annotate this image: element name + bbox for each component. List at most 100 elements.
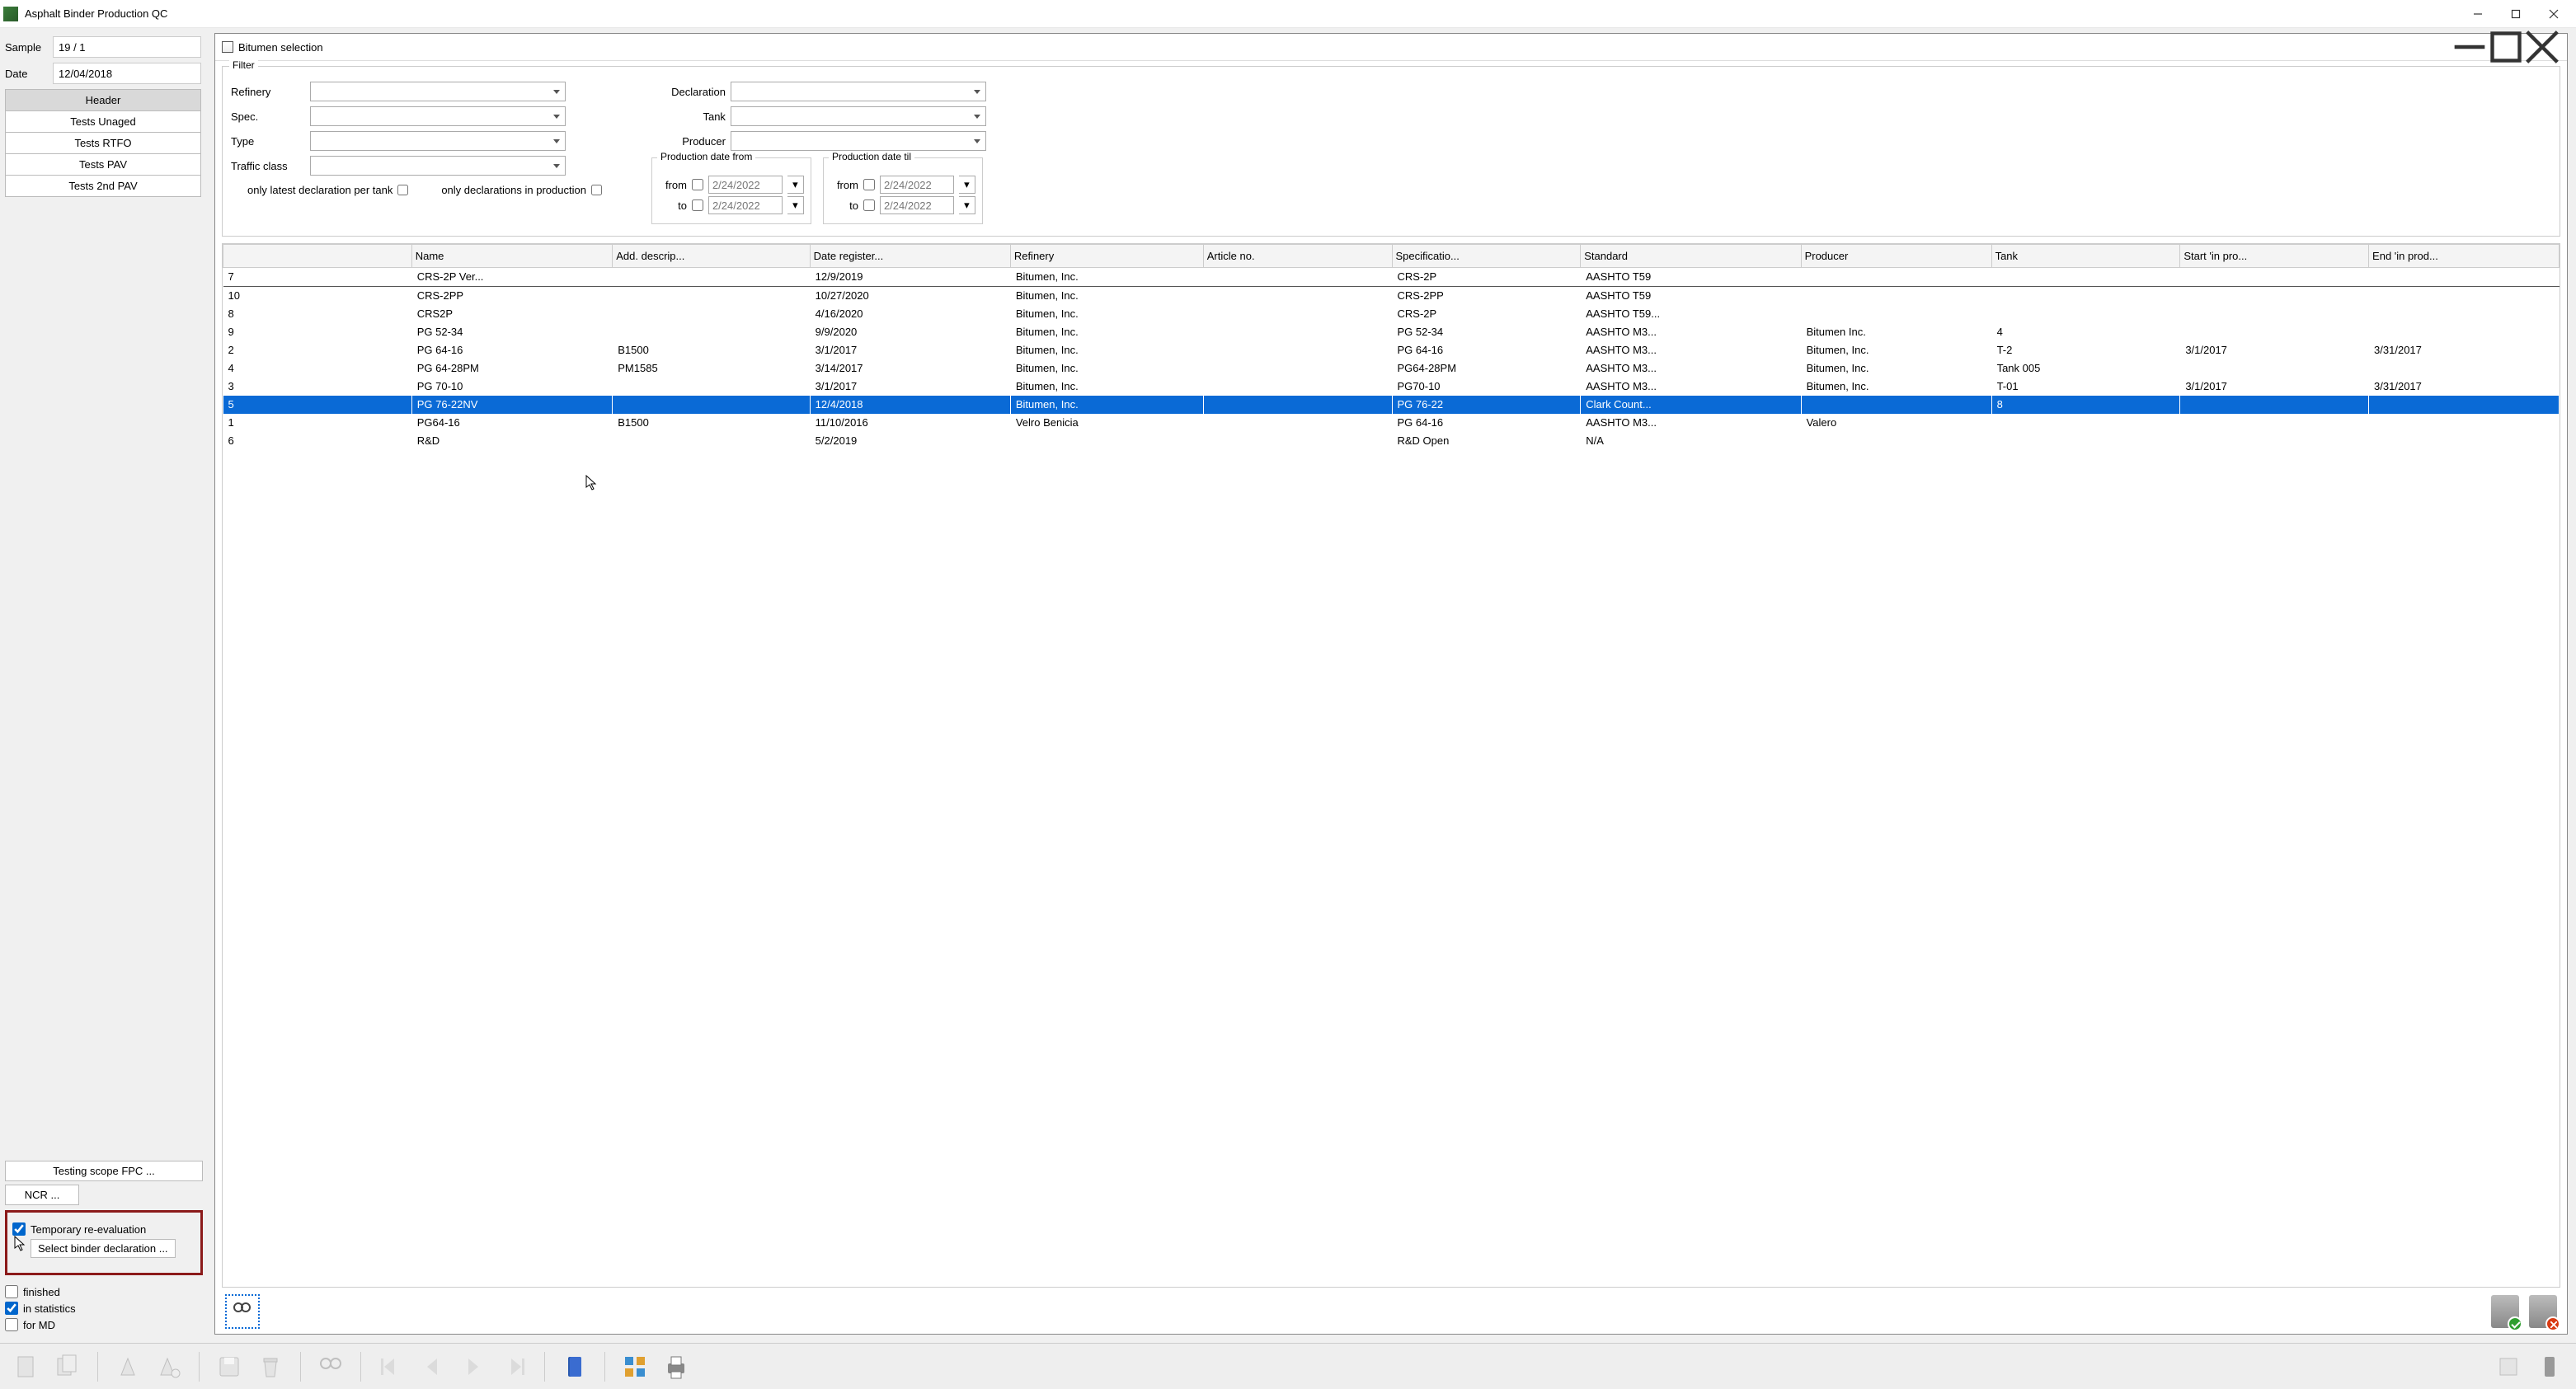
prod-from-from-check[interactable] <box>692 179 703 190</box>
cell-start <box>2180 359 2369 378</box>
spec-combo[interactable] <box>310 106 566 126</box>
table-row[interactable]: 3PG 70-103/1/2017Bitumen, Inc.PG70-10AAS… <box>223 378 2560 396</box>
results-table[interactable]: NameAdd. descrip...Date register...Refin… <box>222 243 2560 1288</box>
prod-from-legend: Production date from <box>657 151 755 162</box>
next-icon[interactable] <box>455 1349 491 1385</box>
date-value[interactable]: 12/04/2018 <box>53 63 201 84</box>
cell-start <box>2180 414 2369 432</box>
traffic-combo[interactable] <box>310 156 566 176</box>
layout-icon[interactable] <box>617 1349 653 1385</box>
in-prod-checkbox[interactable] <box>591 185 602 195</box>
testing-scope-button[interactable]: Testing scope FPC ... <box>5 1161 203 1181</box>
prev-icon[interactable] <box>414 1349 450 1385</box>
tab-tests-pav[interactable]: Tests PAV <box>6 154 200 176</box>
prod-from-to-date[interactable]: 2/24/2022 <box>708 196 783 214</box>
accept-button[interactable] <box>2491 1295 2519 1328</box>
new-icon[interactable] <box>8 1349 45 1385</box>
col-header[interactable]: Start 'in pro... <box>2180 245 2369 268</box>
dialog-close-button[interactable] <box>2524 37 2560 57</box>
tank-combo[interactable] <box>731 106 986 126</box>
prod-til-from-check[interactable] <box>863 179 875 190</box>
tab-tests-unaged[interactable]: Tests Unaged <box>6 111 200 133</box>
prod-til-from-date[interactable]: 2/24/2022 <box>880 176 954 194</box>
cell-ref: Bitumen, Inc. <box>1010 268 1203 287</box>
col-header[interactable]: Article no. <box>1203 245 1392 268</box>
cancel-selection-button[interactable] <box>2529 1295 2557 1328</box>
export-icon[interactable] <box>2490 1349 2527 1385</box>
cell-end <box>2369 305 2560 323</box>
cell-ref: Bitumen, Inc. <box>1010 396 1203 414</box>
cell-date: 5/2/2019 <box>810 432 1010 450</box>
col-header[interactable]: Specificatio... <box>1392 245 1581 268</box>
finished-checkbox[interactable] <box>5 1285 18 1298</box>
table-row[interactable]: 7CRS-2P Ver...12/9/2019Bitumen, Inc.CRS-… <box>223 268 2560 287</box>
cell-ref: Bitumen, Inc. <box>1010 359 1203 378</box>
table-row[interactable]: 5PG 76-22NV12/4/2018Bitumen, Inc.PG 76-2… <box>223 396 2560 414</box>
calendar-icon[interactable]: ▾ <box>787 196 804 214</box>
table-row[interactable]: 10CRS-2PP10/27/2020Bitumen, Inc.CRS-2PPA… <box>223 287 2560 305</box>
cell-name: PG 64-16 <box>411 341 613 359</box>
device-icon[interactable] <box>2531 1349 2568 1385</box>
col-header[interactable]: Name <box>411 245 613 268</box>
close-button[interactable] <box>2535 2 2573 26</box>
sample-copy-icon[interactable] <box>151 1349 187 1385</box>
in-statistics-checkbox[interactable] <box>5 1302 18 1315</box>
tab-tests-rtfo[interactable]: Tests RTFO <box>6 133 200 154</box>
table-row[interactable]: 4PG 64-28PMPM15853/14/2017Bitumen, Inc.P… <box>223 359 2560 378</box>
refinery-combo[interactable] <box>310 82 566 101</box>
cell-spec: PG 76-22 <box>1392 396 1581 414</box>
new-copy-icon[interactable] <box>49 1349 86 1385</box>
table-row[interactable]: 8CRS2P4/16/2020Bitumen, Inc.CRS-2PAASHTO… <box>223 305 2560 323</box>
search-button[interactable] <box>225 1294 260 1329</box>
col-header[interactable]: Refinery <box>1010 245 1203 268</box>
tab-header[interactable]: Header <box>6 90 200 111</box>
col-header[interactable]: Producer <box>1801 245 1991 268</box>
col-header[interactable]: Add. descrip... <box>613 245 810 268</box>
cell-prod: Bitumen Inc. <box>1801 323 1991 341</box>
last-icon[interactable] <box>496 1349 533 1385</box>
temp-reeval-checkbox[interactable] <box>12 1222 26 1236</box>
sample-icon[interactable] <box>110 1349 146 1385</box>
dialog-maximize-button[interactable] <box>2488 37 2524 57</box>
latest-decl-checkbox[interactable] <box>397 185 408 195</box>
sample-value[interactable]: 19 / 1 <box>53 36 201 58</box>
col-header[interactable]: Date register... <box>810 245 1010 268</box>
book-icon[interactable] <box>557 1349 593 1385</box>
cell-start <box>2180 268 2369 287</box>
save-icon[interactable] <box>211 1349 247 1385</box>
prod-til-to-check[interactable] <box>863 199 875 211</box>
delete-icon[interactable] <box>252 1349 289 1385</box>
type-combo[interactable] <box>310 131 566 151</box>
dialog-minimize-button[interactable] <box>2451 37 2488 57</box>
minimize-button[interactable] <box>2459 2 2497 26</box>
cell-prod: Bitumen, Inc. <box>1801 378 1991 396</box>
prod-from-to-check[interactable] <box>692 199 703 211</box>
table-row[interactable]: 2PG 64-16B15003/1/2017Bitumen, Inc.PG 64… <box>223 341 2560 359</box>
col-header[interactable]: Tank <box>1991 245 2180 268</box>
prod-til-to-date[interactable]: 2/24/2022 <box>880 196 954 214</box>
tab-tests-2nd-pav[interactable]: Tests 2nd PAV <box>6 176 200 196</box>
select-binder-button[interactable]: Select binder declaration ... <box>31 1239 176 1258</box>
print-icon[interactable] <box>658 1349 694 1385</box>
to-label-2: to <box>830 199 858 212</box>
maximize-button[interactable] <box>2497 2 2535 26</box>
producer-combo[interactable] <box>731 131 986 151</box>
first-icon[interactable] <box>373 1349 409 1385</box>
col-header[interactable] <box>223 245 412 268</box>
cell-start: 3/1/2017 <box>2180 341 2369 359</box>
find-icon[interactable] <box>313 1349 349 1385</box>
calendar-icon[interactable]: ▾ <box>959 176 975 194</box>
calendar-icon[interactable]: ▾ <box>959 196 975 214</box>
table-row[interactable]: 9PG 52-349/9/2020Bitumen, Inc.PG 52-34AA… <box>223 323 2560 341</box>
ncr-button[interactable]: NCR ... <box>5 1185 79 1205</box>
cell-n: 4 <box>223 359 412 378</box>
col-header[interactable]: Standard <box>1581 245 1801 268</box>
cell-name: CRS-2P Ver... <box>411 268 613 287</box>
calendar-icon[interactable]: ▾ <box>787 176 804 194</box>
for-md-checkbox[interactable] <box>5 1318 18 1331</box>
prod-from-from-date[interactable]: 2/24/2022 <box>708 176 783 194</box>
table-row[interactable]: 6R&D5/2/2019R&D OpenN/A <box>223 432 2560 450</box>
table-row[interactable]: 1PG64-16B150011/10/2016Velro BeniciaPG 6… <box>223 414 2560 432</box>
declaration-combo[interactable] <box>731 82 986 101</box>
col-header[interactable]: End 'in prod... <box>2369 245 2560 268</box>
